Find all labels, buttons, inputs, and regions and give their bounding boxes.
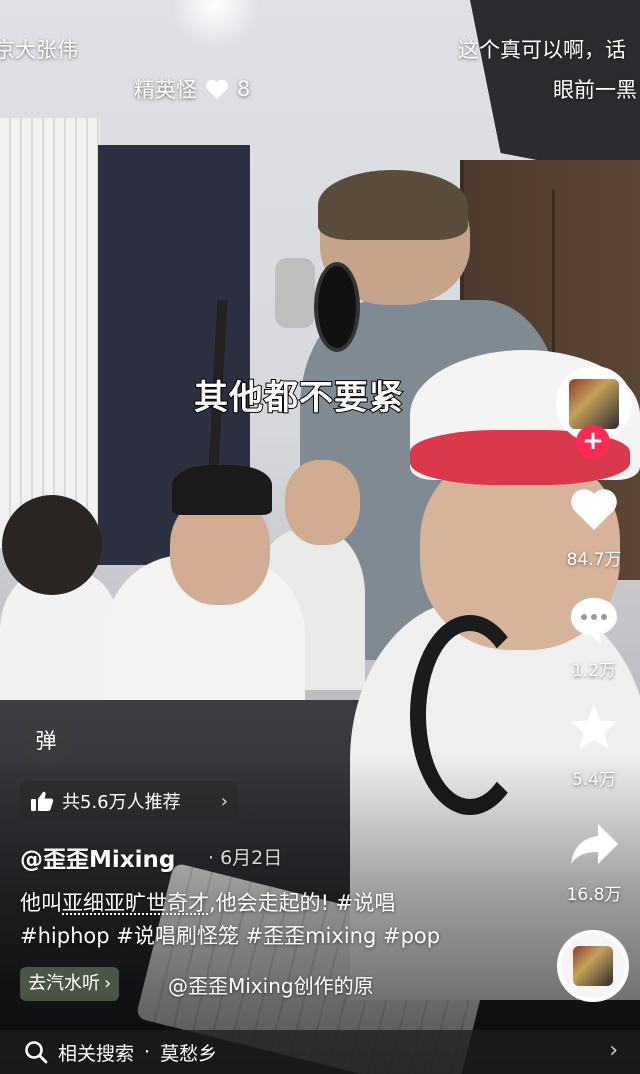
chevron-right-icon: ›	[220, 790, 228, 812]
author-name[interactable]: @歪歪Mixing	[20, 840, 175, 874]
person-middle-hat	[172, 465, 272, 515]
recommend-pill[interactable]: 共5.6万人推荐 ›	[20, 781, 238, 821]
separator-dot: ·	[144, 1041, 151, 1063]
person-back-head	[285, 460, 360, 545]
danmaku-toggle-button[interactable]: 弹	[20, 718, 72, 764]
search-icon	[25, 1041, 48, 1064]
related-search-label: 相关搜索	[58, 1042, 135, 1065]
comment-icon[interactable]	[568, 594, 620, 646]
related-search-bar[interactable]: 相关搜索 · 莫愁乡 ›	[0, 1030, 640, 1074]
heart-icon	[206, 79, 228, 99]
hashtags[interactable]: #hiphop #说唱刷怪笼 #歪歪mixing #pop	[20, 920, 440, 950]
danmaku-comment: 精英怪 8	[134, 74, 250, 104]
thumbs-up-icon	[31, 791, 54, 811]
pop-filter	[314, 262, 360, 352]
description-text: ,他会走起的! #说唱	[209, 891, 396, 915]
comment-count: 1.2万	[571, 661, 617, 681]
person-left-head	[2, 495, 102, 595]
danmaku-comment: 京大张伟	[0, 38, 78, 62]
danmaku-comment: 这个真可以啊，话	[458, 38, 626, 62]
ceiling-light	[170, 0, 260, 50]
like-heart-icon[interactable]	[568, 484, 620, 536]
avatar-image	[569, 379, 619, 429]
qishui-music-tag[interactable]: 去汽水听 ›	[20, 967, 120, 1001]
description-link[interactable]: 亚细亚旷世奇才	[62, 891, 209, 915]
danmaku-like-count: 8	[237, 77, 251, 101]
favorite-count: 5.4万	[571, 770, 617, 790]
chevron-right-icon: ›	[104, 973, 112, 994]
related-search-query: 莫愁乡	[160, 1042, 218, 1065]
chevron-right-icon: ›	[609, 1038, 618, 1063]
microphone-body	[275, 258, 315, 328]
danmaku-text: 精英怪	[134, 78, 197, 102]
music-disc[interactable]	[557, 930, 629, 1002]
recommend-text: 共5.6万人推荐	[62, 792, 181, 813]
description-text: 他叫	[20, 891, 62, 915]
share-arrow-icon[interactable]	[568, 818, 620, 870]
tag-label: 去汽水听	[28, 973, 100, 994]
share-count: 16.8万	[566, 885, 622, 905]
video-subtitle: 其他都不要紧	[193, 377, 404, 419]
like-count: 84.7万	[566, 550, 622, 570]
favorite-star-icon[interactable]	[568, 702, 620, 754]
person-standing-hair	[318, 170, 468, 240]
post-date: · 6月2日	[208, 847, 283, 869]
music-cover-image	[573, 946, 613, 986]
acoustic-panel	[0, 118, 100, 548]
danmaku-comment: 眼前一黑	[553, 78, 637, 102]
follow-button[interactable]: +	[576, 425, 610, 459]
music-title[interactable]: @歪歪Mixing创作的原	[168, 970, 374, 999]
post-description: 他叫亚细亚旷世奇才,他会走起的! #说唱	[20, 887, 395, 917]
